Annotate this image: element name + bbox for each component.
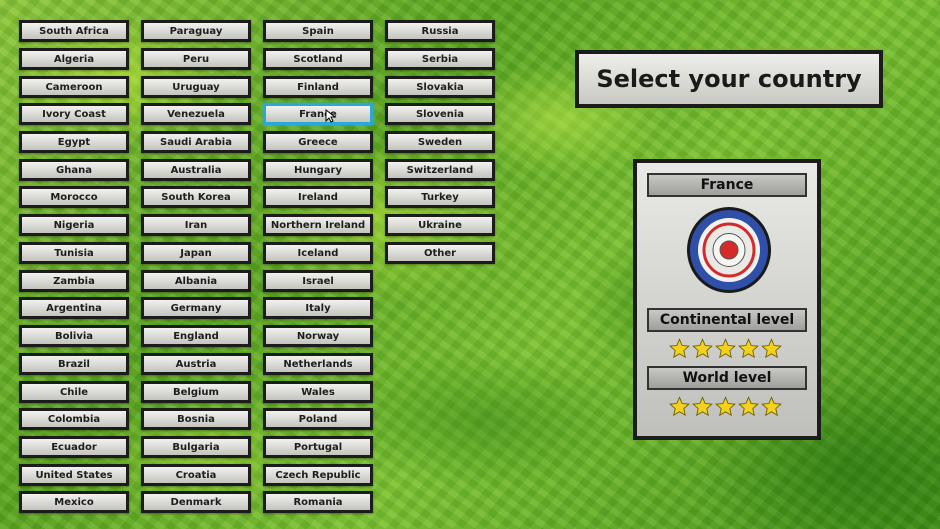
country-button[interactable]: England (141, 325, 251, 347)
country-button[interactable]: South Africa (19, 20, 129, 42)
country-button[interactable]: Argentina (19, 297, 129, 319)
country-button[interactable]: Norway (263, 325, 373, 347)
country-button[interactable]: Mexico (19, 491, 129, 513)
country-button[interactable]: Iceland (263, 242, 373, 264)
country-button[interactable]: Slovakia (385, 76, 495, 98)
country-button[interactable]: Turkey (385, 186, 495, 208)
country-button[interactable]: Hungary (263, 159, 373, 181)
country-button[interactable]: Cameroon (19, 76, 129, 98)
country-button[interactable]: Nigeria (19, 214, 129, 236)
star-icon (692, 396, 713, 417)
star-icon (715, 338, 736, 359)
country-button[interactable]: Albania (141, 270, 251, 292)
star-icon (692, 338, 713, 359)
star-icon (669, 396, 690, 417)
country-button[interactable]: Paraguay (141, 20, 251, 42)
country-button-selected[interactable]: France (263, 103, 373, 125)
country-button[interactable]: Russia (385, 20, 495, 42)
world-level-label: World level (647, 366, 807, 390)
country-button[interactable]: Austria (141, 353, 251, 375)
star-icon (715, 396, 736, 417)
star-icon (761, 396, 782, 417)
country-button[interactable]: Switzerland (385, 159, 495, 181)
selected-country-name: France (647, 173, 807, 197)
country-button[interactable]: Egypt (19, 131, 129, 153)
country-button[interactable]: Czech Republic (263, 464, 373, 486)
country-button[interactable]: Uruguay (141, 76, 251, 98)
country-button[interactable]: Tunisia (19, 242, 129, 264)
country-button[interactable]: Chile (19, 381, 129, 403)
country-button[interactable]: Bulgaria (141, 436, 251, 458)
country-button[interactable]: Japan (141, 242, 251, 264)
country-button[interactable]: Bolivia (19, 325, 129, 347)
country-button[interactable]: Poland (263, 408, 373, 430)
country-info-panel: France Continental level World level (633, 159, 821, 440)
country-button[interactable]: Zambia (19, 270, 129, 292)
world-level-stars (669, 396, 782, 417)
star-icon (738, 396, 759, 417)
country-button[interactable]: Slovenia (385, 103, 495, 125)
country-button[interactable]: Bosnia (141, 408, 251, 430)
mouse-cursor-icon (325, 109, 337, 123)
country-button[interactable]: Greece (263, 131, 373, 153)
country-button[interactable]: Peru (141, 48, 251, 70)
page-title: Select your country (575, 50, 883, 108)
star-icon (738, 338, 759, 359)
country-button[interactable]: Netherlands (263, 353, 373, 375)
star-icon (761, 338, 782, 359)
continental-level-label: Continental level (647, 308, 807, 332)
country-button[interactable]: Colombia (19, 408, 129, 430)
country-button[interactable]: Romania (263, 491, 373, 513)
country-button[interactable]: Portugal (263, 436, 373, 458)
country-button[interactable]: Sweden (385, 131, 495, 153)
country-button[interactable]: Other (385, 242, 495, 264)
country-button[interactable]: Belgium (141, 381, 251, 403)
country-button[interactable]: Algeria (19, 48, 129, 70)
country-button[interactable]: Brazil (19, 353, 129, 375)
country-button[interactable]: Germany (141, 297, 251, 319)
country-button[interactable]: South Korea (141, 186, 251, 208)
country-button[interactable]: Croatia (141, 464, 251, 486)
country-button[interactable]: Morocco (19, 186, 129, 208)
country-button[interactable]: Serbia (385, 48, 495, 70)
country-button[interactable]: Israel (263, 270, 373, 292)
country-button[interactable]: Ireland (263, 186, 373, 208)
country-button[interactable]: United States (19, 464, 129, 486)
continental-level-stars (669, 338, 782, 359)
country-button[interactable]: Ukraine (385, 214, 495, 236)
country-button[interactable]: Denmark (141, 491, 251, 513)
country-button[interactable]: Ghana (19, 159, 129, 181)
country-button[interactable]: Ecuador (19, 436, 129, 458)
country-button[interactable]: Scotland (263, 48, 373, 70)
country-button[interactable]: Wales (263, 381, 373, 403)
country-button[interactable]: Saudi Arabia (141, 131, 251, 153)
country-button[interactable]: Northern Ireland (263, 214, 373, 236)
country-button[interactable]: Venezuela (141, 103, 251, 125)
country-button[interactable]: Ivory Coast (19, 103, 129, 125)
country-button[interactable]: Finland (263, 76, 373, 98)
country-button[interactable]: Iran (141, 214, 251, 236)
country-button[interactable]: Australia (141, 159, 251, 181)
country-emblem-icon (687, 207, 771, 293)
country-button[interactable]: Spain (263, 20, 373, 42)
star-icon (669, 338, 690, 359)
country-button[interactable]: Italy (263, 297, 373, 319)
